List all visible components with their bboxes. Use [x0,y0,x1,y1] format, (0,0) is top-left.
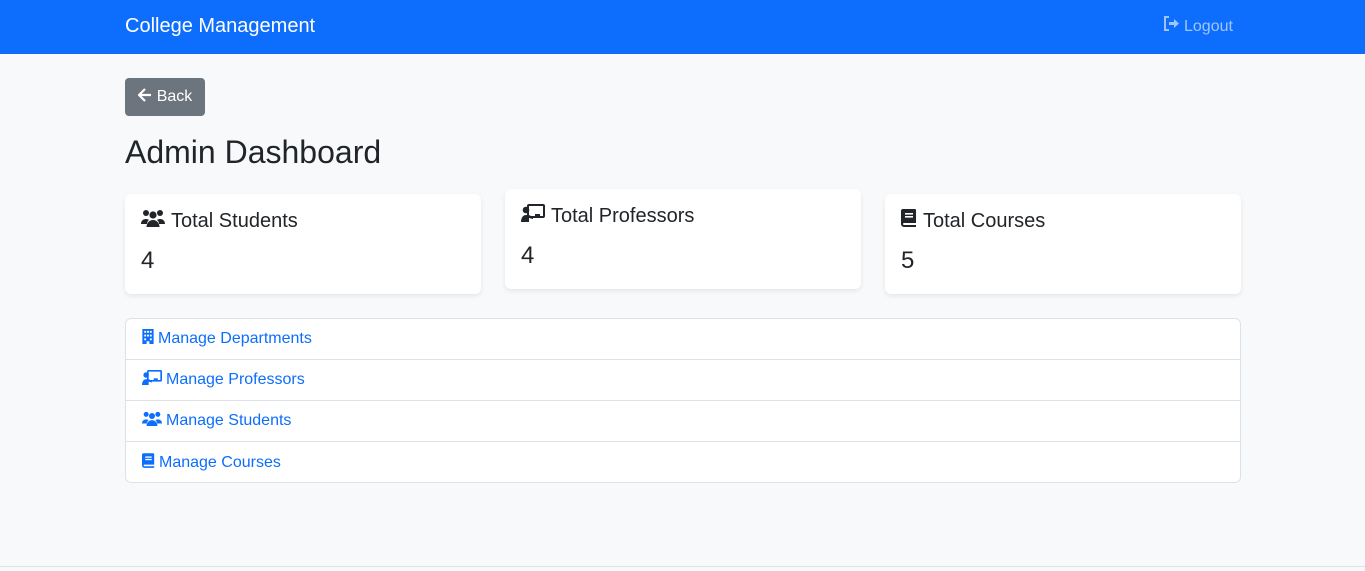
list-item-label: Manage Departments [158,330,312,347]
navbar: College Management Logout [0,0,1365,54]
list-item-label: Manage Students [166,412,292,429]
stat-value: 5 [901,247,915,274]
list-item-label: Manage Professors [166,371,305,388]
stat-card-professors: Total Professors 4 [505,189,861,289]
building-icon [142,329,154,349]
manage-departments-link[interactable]: Manage Departments [126,319,1240,360]
stat-card-courses: Total Courses 5 [885,194,1241,294]
page-title: Admin Dashboard [125,134,382,170]
manage-professors-link[interactable]: Manage Professors [126,360,1240,401]
arrow-left-icon [137,87,152,107]
logout-label: Logout [1184,17,1233,35]
navbar-brand[interactable]: College Management [125,14,315,38]
manage-list: Manage Departments Manage Professors Man… [125,318,1241,483]
stat-label: Total Courses [923,210,1046,232]
stat-label: Total Students [171,210,298,232]
book-icon [901,209,917,233]
manage-students-link[interactable]: Manage Students [126,401,1240,442]
stat-label: Total Professors [551,205,695,227]
users-icon [141,209,165,233]
back-button[interactable]: Back [125,78,205,116]
stat-value: 4 [141,247,155,274]
stat-card-students: Total Students 4 [125,194,481,294]
chalkboard-teacher-icon [142,370,162,390]
stat-value: 4 [521,242,535,269]
users-icon [142,411,162,431]
list-item-label: Manage Courses [159,453,281,471]
chalkboard-teacher-icon [521,204,545,228]
back-button-label: Back [156,88,193,105]
sign-out-icon [1163,16,1180,37]
footer-divider [0,566,1365,567]
manage-courses-link[interactable]: Manage Courses [126,442,1240,483]
book-icon [142,452,155,473]
logout-link[interactable]: Logout [1163,16,1233,37]
